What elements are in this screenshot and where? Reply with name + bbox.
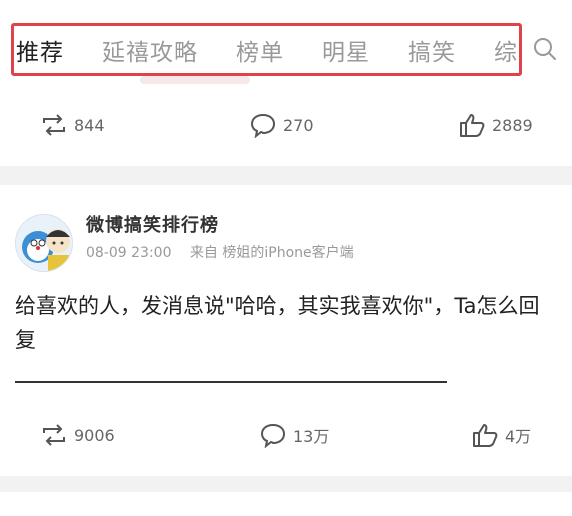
repost-button[interactable]: 844 bbox=[40, 110, 105, 140]
like-icon bbox=[473, 424, 498, 447]
scrolled-content-edge bbox=[140, 76, 250, 84]
post-source: 来自 榜姐的iPhone客户端 bbox=[189, 245, 354, 261]
weibo-feed: 推荐 延禧攻略 榜单 明星 搞笑 综 844 270 2889 微博搞笑排行榜 … bbox=[0, 0, 572, 516]
like-icon bbox=[460, 114, 485, 137]
comment-button[interactable]: 13万 bbox=[259, 420, 329, 450]
repost-icon bbox=[43, 424, 65, 446]
post-card: 844 270 2889 bbox=[0, 86, 572, 166]
search-icon[interactable] bbox=[532, 36, 558, 62]
repost-count: 9006 bbox=[74, 425, 115, 445]
tab-rankings[interactable]: 榜单 bbox=[236, 33, 284, 67]
post-text[interactable]: 给喜欢的人，发消息说"哈哈，其实我喜欢你"，Ta怎么回复 bbox=[15, 289, 555, 357]
comment-count: 13万 bbox=[293, 427, 330, 446]
comment-button[interactable]: 270 bbox=[249, 110, 314, 140]
comment-icon bbox=[250, 113, 276, 138]
avatar[interactable] bbox=[15, 214, 73, 272]
tab-recommended[interactable]: 推荐 bbox=[16, 33, 64, 67]
next-post-card bbox=[0, 492, 572, 516]
post-time: 08-09 23:00 bbox=[86, 245, 172, 261]
post-actions: 844 270 2889 bbox=[0, 110, 572, 140]
like-count: 4万 bbox=[505, 427, 532, 446]
like-button[interactable]: 2889 bbox=[458, 110, 533, 140]
like-button[interactable]: 4万 bbox=[471, 420, 531, 450]
repost-icon bbox=[43, 114, 65, 136]
channel-tabs: 推荐 延禧攻略 榜单 明星 搞笑 综 bbox=[14, 26, 519, 73]
repost-count: 844 bbox=[74, 115, 105, 135]
repost-button[interactable]: 9006 bbox=[40, 420, 115, 450]
channel-tab-bar: 推荐 延禧攻略 榜单 明星 搞笑 综 bbox=[0, 0, 572, 86]
post-actions: 9006 13万 4万 bbox=[0, 420, 572, 450]
like-count: 2889 bbox=[492, 115, 533, 135]
tab-yanxi-strategy[interactable]: 延禧攻略 bbox=[102, 33, 198, 67]
tab-variety[interactable]: 综 bbox=[494, 33, 518, 67]
tab-celebrities[interactable]: 明星 bbox=[322, 33, 370, 67]
tab-funny[interactable]: 搞笑 bbox=[408, 33, 456, 67]
comment-icon bbox=[260, 423, 286, 448]
comment-count: 270 bbox=[283, 115, 314, 135]
author-name[interactable]: 微博搞笑排行榜 bbox=[86, 211, 219, 237]
divider-line bbox=[15, 381, 447, 383]
post-meta: 08-09 23:00 来自 榜姐的iPhone客户端 bbox=[86, 242, 368, 262]
post-card: 微博搞笑排行榜 08-09 23:00 来自 榜姐的iPhone客户端 给喜欢的… bbox=[0, 185, 572, 476]
